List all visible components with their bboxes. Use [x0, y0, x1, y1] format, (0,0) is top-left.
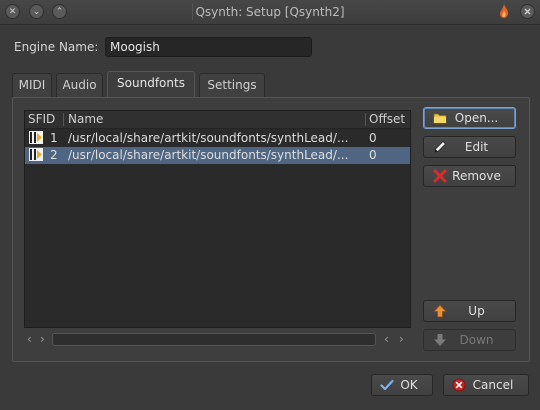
up-button-label: Up — [468, 304, 485, 318]
soundfont-icon — [29, 131, 43, 144]
tab-settings[interactable]: Settings — [199, 73, 265, 97]
scrollbar-track[interactable] — [52, 333, 376, 346]
down-button[interactable]: Down — [423, 329, 516, 351]
engine-name-label: Engine Name: — [14, 40, 99, 54]
list-header: SFID Name Offset — [25, 111, 410, 129]
offset-cell: 0 — [369, 148, 377, 162]
open-button-label: Open... — [454, 111, 499, 125]
scroll-right-icon[interactable]: › — [40, 332, 45, 346]
scroll-left-icon[interactable]: ‹ — [384, 332, 389, 346]
ok-button-label: OK — [400, 378, 418, 392]
edit-button[interactable]: Edit — [423, 136, 516, 158]
column-name[interactable]: Name — [68, 112, 103, 126]
scroll-left-icon[interactable]: ‹ — [27, 332, 32, 346]
sfid-cell: 1 — [50, 131, 58, 145]
soundfont-row[interactable]: 1 /usr/local/share/artkit/soundfonts/syn… — [25, 130, 410, 147]
column-separator — [63, 113, 64, 126]
edit-button-label: Edit — [464, 140, 489, 154]
window-title: Qsynth: Setup [Qsynth2] — [195, 5, 345, 19]
engine-name-field[interactable] — [105, 37, 312, 57]
name-cell: /usr/local/share/artkit/soundfonts/synth… — [68, 131, 349, 145]
offset-cell: 0 — [369, 131, 377, 145]
tab-midi[interactable]: MIDI — [12, 73, 52, 97]
down-button-label: Down — [459, 333, 494, 347]
sfid-cell: 2 — [50, 148, 58, 162]
open-button[interactable]: Open... — [423, 107, 516, 129]
soundfont-icon — [29, 148, 43, 161]
up-button[interactable]: Up — [423, 300, 516, 322]
title-bar: ✕ ⌄ ⌃ Qsynth: Setup [Qsynth2] — [0, 0, 540, 25]
ok-button[interactable]: OK — [371, 374, 433, 396]
column-sfid[interactable]: SFID — [28, 112, 55, 126]
tab-audio[interactable]: Audio — [56, 73, 103, 97]
cancel-button-label: Cancel — [472, 378, 514, 392]
column-offset[interactable]: Offset — [369, 112, 405, 126]
tab-soundfonts[interactable]: Soundfonts — [107, 71, 195, 98]
remove-button-label: Remove — [452, 169, 501, 183]
horizontal-scrollbar[interactable]: ‹ › ‹ › — [24, 331, 411, 349]
column-separator — [365, 113, 366, 126]
soundfont-row[interactable]: 2 /usr/local/share/artkit/soundfonts/syn… — [25, 147, 410, 164]
flame-icon — [500, 4, 509, 18]
scroll-right-icon[interactable]: › — [399, 332, 404, 346]
cancel-button[interactable]: Cancel — [443, 374, 529, 396]
remove-button[interactable]: Remove — [423, 165, 516, 187]
soundfont-list[interactable]: SFID Name Offset 1 /usr/local/share/artk… — [24, 110, 411, 328]
window-close-icon[interactable] — [520, 4, 535, 19]
name-cell: /usr/local/share/artkit/soundfonts/synth… — [68, 148, 349, 162]
